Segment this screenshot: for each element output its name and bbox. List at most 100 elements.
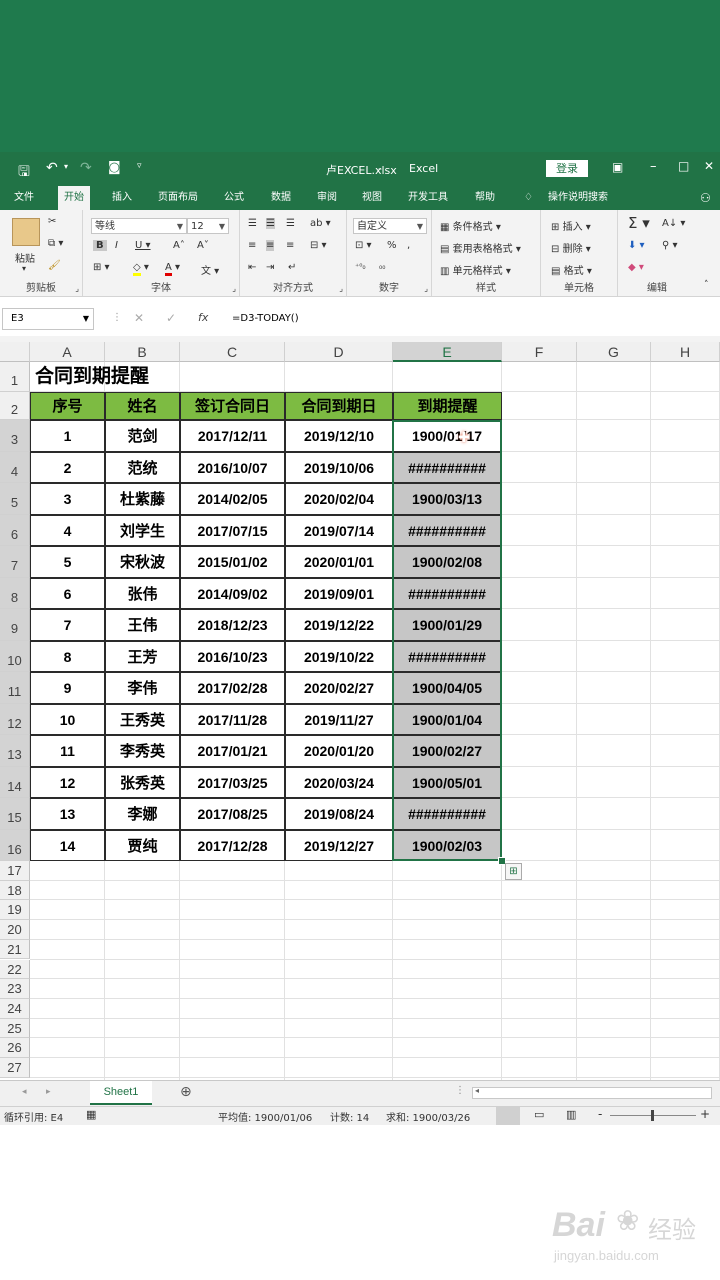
table-cell[interactable]: 李娜 (105, 798, 180, 830)
decrease-indent-icon[interactable]: ⇤ (248, 262, 256, 273)
row-header-20[interactable]: 20 (0, 920, 30, 940)
row-header-15[interactable]: 15 (0, 798, 30, 830)
tab-view[interactable]: 视图 (362, 186, 382, 210)
percent-icon[interactable]: % (387, 240, 397, 251)
table-cell[interactable]: 2014/09/02 (180, 577, 285, 609)
table-cell[interactable]: 2017/03/25 (180, 766, 285, 798)
column-header-f[interactable]: F (502, 342, 577, 362)
font-name-combo[interactable]: 等线 ▼ (91, 218, 187, 234)
table-cell[interactable]: 宋秋波 (105, 546, 180, 578)
format-painter-icon[interactable]: 🖌 (48, 260, 61, 271)
delete-cells-button[interactable]: ⊟ 删除 ▾ (551, 240, 591, 255)
horizontal-scrollbar[interactable]: ◂ (472, 1086, 712, 1099)
table-cell[interactable]: 2014/02/05 (180, 483, 285, 515)
row-header-3[interactable]: 3 (0, 420, 30, 452)
row-header-27[interactable]: 27 (0, 1058, 30, 1078)
row-header-12[interactable]: 12 (0, 703, 30, 735)
table-cell[interactable]: 2020/02/27 (285, 672, 393, 704)
column-header-g[interactable]: G (577, 342, 651, 362)
table-cell[interactable]: 2016/10/07 (180, 451, 285, 483)
macro-record-icon[interactable]: ▦ (86, 1108, 96, 1121)
table-cell[interactable]: 范统 (105, 451, 180, 483)
cancel-icon[interactable]: ✕ (134, 311, 144, 325)
comma-icon[interactable]: , (407, 240, 410, 251)
table-cell[interactable]: 2018/12/23 (180, 609, 285, 641)
table-cell[interactable]: 刘学生 (105, 514, 180, 546)
table-cell[interactable]: 2020/01/20 (285, 735, 393, 767)
tab-review[interactable]: 审阅 (317, 186, 337, 210)
increase-font-icon[interactable]: A˄ (173, 240, 185, 251)
tab-file[interactable]: 文件 (14, 186, 34, 210)
tab-help[interactable]: 帮助 (475, 186, 495, 210)
scroll-left-icon[interactable]: ◂ (475, 1086, 479, 1095)
border-icon[interactable]: ⊞ ▾ (93, 262, 110, 273)
table-cell[interactable]: 2017/07/15 (180, 514, 285, 546)
row-header-24[interactable]: 24 (0, 998, 30, 1019)
row-header-14[interactable]: 14 (0, 766, 30, 798)
align-left-icon[interactable]: ≡ (248, 240, 256, 251)
page-break-view-icon[interactable]: ▥ (566, 1108, 576, 1121)
row-header-25[interactable]: 25 (0, 1018, 30, 1039)
fill-color-icon[interactable]: ◇ ▾ (133, 262, 149, 276)
row-header-8[interactable]: 8 (0, 577, 30, 609)
row-header-5[interactable]: 5 (0, 483, 30, 515)
paste-icon[interactable] (12, 218, 40, 246)
align-top-icon[interactable]: ☰ (248, 218, 257, 229)
table-cell[interactable]: 2016/10/23 (180, 640, 285, 672)
table-cell[interactable]: 2020/03/24 (285, 766, 393, 798)
fill-icon[interactable]: ⬇ ▾ (628, 240, 645, 251)
table-cell[interactable]: 王秀英 (105, 703, 180, 735)
worksheet-grid[interactable]: A B C D E F G H 1 2 3 4 5 6 7 8 9 10 11 12 13 14 15 16 17 18 19 20 2… (0, 342, 720, 1080)
table-cell[interactable]: 2019/10/06 (285, 451, 393, 483)
table-cell[interactable]: 3 (30, 483, 105, 515)
enter-icon[interactable]: ✓ (166, 311, 176, 325)
table-cell[interactable]: 4 (30, 514, 105, 546)
ribbon-display-icon[interactable]: ▣ (612, 160, 623, 174)
table-cell[interactable]: 2019/11/27 (285, 703, 393, 735)
table-cell[interactable]: 11 (30, 735, 105, 767)
table-cell[interactable]: 李秀英 (105, 735, 180, 767)
font-color-icon[interactable]: A ▾ (165, 262, 180, 276)
wrap-text-icon[interactable]: ↵ (288, 262, 296, 273)
table-cell[interactable]: 2020/02/04 (285, 483, 393, 515)
orientation-icon[interactable]: ab ▾ (310, 218, 331, 229)
autosum-icon[interactable]: Σ ▾ (628, 214, 650, 232)
table-cell[interactable]: 张伟 (105, 577, 180, 609)
minimize-icon[interactable]: – (650, 159, 657, 174)
customize-toolbar-icon[interactable]: ▿ (137, 161, 142, 171)
clipboard-launcher-icon[interactable]: ⌟ (75, 284, 79, 293)
tab-page-layout[interactable]: 页面布局 (158, 186, 198, 210)
insert-cells-button[interactable]: ⊞ 插入 ▾ (551, 218, 591, 233)
table-cell[interactable]: 2017/08/25 (180, 798, 285, 830)
table-cell[interactable]: 14 (30, 829, 105, 861)
next-sheet-icon[interactable]: ▸ (46, 1087, 51, 1097)
row-header-1[interactable]: 1 (0, 362, 30, 392)
cut-icon[interactable]: ✂ (48, 216, 56, 227)
table-cell[interactable]: 李伟 (105, 672, 180, 704)
row-header-7[interactable]: 7 (0, 546, 30, 578)
undo-dropdown-icon[interactable]: ▾ (64, 162, 68, 171)
row-header-22[interactable]: 22 (0, 959, 30, 980)
table-cell[interactable]: 2015/01/02 (180, 546, 285, 578)
page-layout-view-icon[interactable]: ▭ (534, 1108, 544, 1121)
table-header-cell[interactable]: 序号 (30, 392, 105, 420)
table-cell[interactable]: 5 (30, 546, 105, 578)
row-header-26[interactable]: 26 (0, 1038, 30, 1058)
phonetic-icon[interactable]: 文 ▾ (201, 262, 219, 277)
align-middle-icon[interactable]: ☰ (266, 218, 275, 229)
table-cell[interactable]: 2019/10/22 (285, 640, 393, 672)
increase-decimal-icon[interactable]: ⁺⁰₀ (355, 262, 366, 271)
column-header-b[interactable]: B (105, 342, 180, 362)
table-cell[interactable]: 贾纯 (105, 829, 180, 861)
tab-home[interactable]: 开始 (58, 186, 90, 210)
tab-data[interactable]: 数据 (271, 186, 291, 210)
find-select-icon[interactable]: ⚲ ▾ (662, 240, 678, 251)
font-size-combo[interactable]: 12 ▼ (187, 218, 229, 234)
column-header-d[interactable]: D (285, 342, 393, 362)
sheet-title[interactable]: 合同到期提醒 (31, 362, 331, 392)
row-header-23[interactable]: 23 (0, 979, 30, 999)
undo-icon[interactable]: ↶ (46, 160, 58, 176)
table-header-cell[interactable]: 签订合同日 (180, 392, 285, 420)
collapse-ribbon-icon[interactable]: ˄ (704, 280, 709, 290)
quick-analysis-icon[interactable]: ⊞ (505, 863, 522, 880)
